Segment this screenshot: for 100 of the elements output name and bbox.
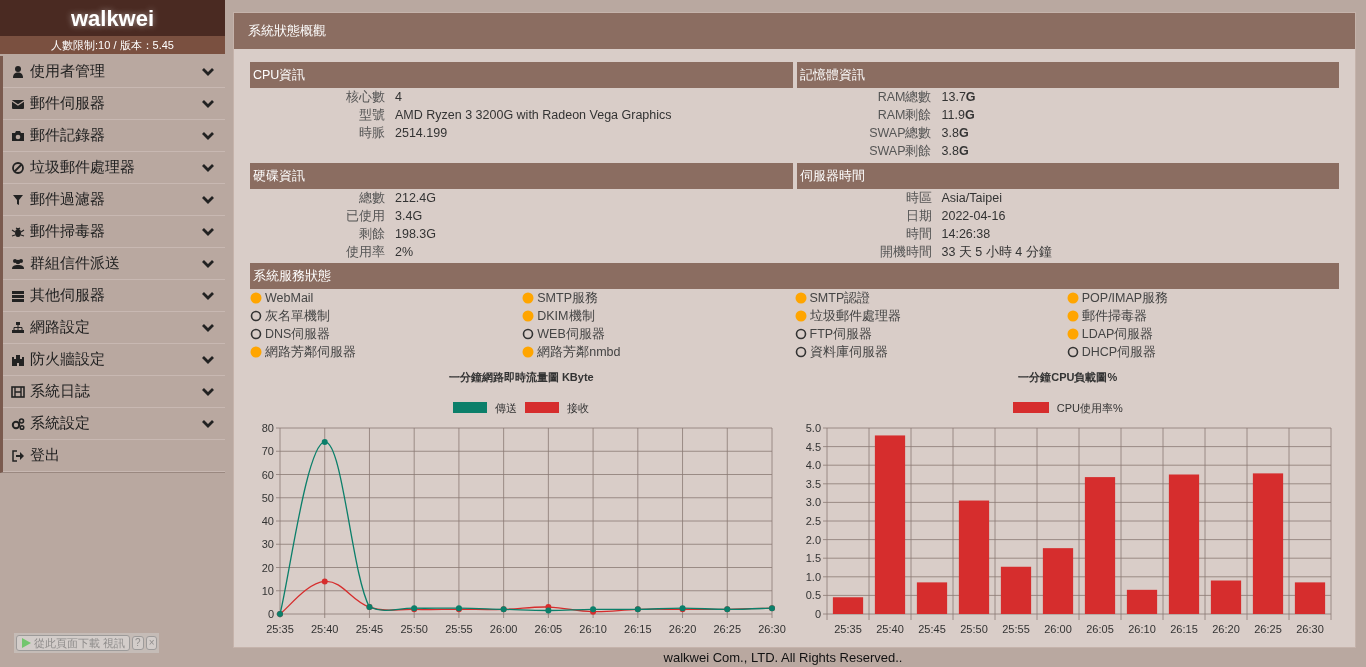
- section-title: 伺服器時間: [799, 167, 865, 185]
- chart-title: 一分鐘網路即時流量圖 KByte: [447, 370, 595, 385]
- axis-label: 25:45: [917, 623, 946, 635]
- service-label: FTP伺服器: [809, 325, 873, 343]
- info-value: AMD Ryzen 3 3200G with Radeon Vega Graphics: [395, 106, 672, 124]
- axis-label: 40: [261, 515, 274, 527]
- bar: [1126, 589, 1157, 614]
- axis-label: 26:10: [579, 623, 607, 635]
- axis-label: 0: [814, 608, 821, 620]
- funnel-icon: [11, 192, 25, 207]
- info-value: 14:26:38: [941, 225, 991, 243]
- sign-out-icon: [11, 448, 25, 463]
- legend-label: CPU使用率%: [1056, 400, 1123, 416]
- service-label: SMTP服務: [537, 289, 598, 307]
- axis-label: 26:00: [489, 623, 518, 635]
- service-label: DHCP伺服器: [1081, 343, 1157, 361]
- axis-label: 25:35: [266, 623, 294, 635]
- info-value: 11.9G: [941, 106, 975, 124]
- info-label: 核心數: [345, 88, 385, 106]
- bar: [1042, 548, 1073, 614]
- axis-label: 2.5: [805, 515, 821, 527]
- axis-label: 4.0: [805, 459, 821, 472]
- server-icon: [11, 288, 25, 303]
- info-label: RAM總數: [876, 88, 932, 106]
- axis-label: 2.0: [805, 533, 821, 546]
- section-title: CPU資訊: [253, 66, 306, 84]
- axis-label: 25:40: [875, 623, 904, 635]
- info-label: 時區: [904, 189, 932, 207]
- users-icon: [11, 256, 25, 271]
- point: [321, 438, 328, 445]
- axis-label: 5.0: [805, 422, 821, 434]
- axis-label: 26:30: [758, 623, 786, 635]
- bar: [832, 597, 863, 614]
- service-label: DNS伺服器: [265, 325, 331, 343]
- axis-label: 26:20: [668, 623, 697, 635]
- axis-label: 26:05: [1085, 623, 1114, 635]
- service-label: 垃圾郵件處理器: [809, 307, 901, 325]
- axis-label: 10: [261, 584, 274, 597]
- info-label: RAM剩餘: [876, 106, 932, 124]
- info-label: 日期: [904, 207, 932, 225]
- service-label: 灰名單機制: [265, 307, 330, 325]
- bar: [916, 582, 947, 614]
- gears-icon: [11, 416, 25, 431]
- service-label: WEB伺服器: [537, 325, 605, 343]
- legend-label: 接收: [567, 400, 590, 416]
- version-text: 人數限制:10 / 版本：5.45: [51, 37, 174, 53]
- film-icon: [11, 384, 25, 399]
- bar: [1210, 580, 1241, 614]
- info-label: 開機時間: [878, 243, 932, 261]
- info-value: 13.7G: [941, 88, 976, 106]
- info-label: 型號: [358, 106, 385, 124]
- axis-label: 26:30: [1295, 623, 1324, 635]
- copyright-text: walkwei Com., LTD. All Rights Reserved..: [662, 648, 903, 667]
- axis-label: 0.5: [805, 589, 821, 602]
- axis-label: 1.5: [805, 552, 821, 565]
- castle-icon: [11, 352, 25, 367]
- axis-label: 4.5: [805, 440, 821, 453]
- info-value: Asia/Taipei: [941, 189, 1002, 207]
- legend-swatch: [1012, 402, 1049, 414]
- info-label: 剩餘: [358, 225, 385, 243]
- info-value: 212.4G: [395, 189, 436, 207]
- service-label: DKIM機制: [537, 307, 595, 325]
- axis-label: 26:05: [534, 623, 563, 635]
- axis-label: 26:15: [624, 623, 652, 635]
- bar: [1294, 582, 1325, 614]
- legend-label: 傳送: [495, 400, 518, 416]
- info-value: 3.8G: [941, 142, 969, 160]
- service-label: SMTP認證: [809, 289, 871, 307]
- info-label: SWAP總數: [868, 124, 932, 142]
- axis-label: 25:55: [445, 623, 473, 635]
- axis-label: 25:50: [400, 623, 428, 635]
- chart-title: 一分鐘CPU負載圖%: [1017, 370, 1119, 385]
- axis-label: 50: [261, 491, 274, 504]
- legend-swatch: [525, 402, 560, 414]
- axis-label: 60: [261, 468, 274, 481]
- info-value: 4: [395, 88, 402, 106]
- info-value: 3.8G: [941, 124, 969, 142]
- info-value: 2%: [395, 243, 414, 261]
- legend-swatch: [453, 402, 488, 414]
- service-label: 資料庫伺服器: [809, 343, 888, 361]
- info-label: 時脈: [358, 124, 385, 142]
- axis-label: 3.5: [805, 477, 821, 490]
- section-title: 硬碟資訊: [253, 167, 305, 185]
- axis-label: 25:45: [355, 623, 384, 635]
- brand-title: walkwei: [70, 4, 155, 33]
- axis-label: 26:25: [1253, 623, 1282, 635]
- service-label: 郵件掃毒器: [1081, 307, 1147, 325]
- info-label: 使用率: [345, 243, 385, 261]
- service-label: WebMail: [265, 289, 314, 307]
- section-title: 記憶體資訊: [799, 66, 865, 84]
- axis-label: 26:25: [713, 623, 742, 635]
- bar: [1000, 566, 1031, 614]
- sitemap-icon: [11, 320, 25, 335]
- info-label: 時間: [904, 225, 932, 243]
- axis-label: 1.0: [805, 570, 821, 583]
- info-value: 3.4G: [395, 207, 423, 225]
- service-label: LDAP伺服器: [1081, 325, 1154, 343]
- point: [321, 578, 328, 585]
- service-label: 網路芳鄰伺服器: [265, 343, 356, 361]
- service-label: 網路芳鄰nmbd: [537, 343, 621, 361]
